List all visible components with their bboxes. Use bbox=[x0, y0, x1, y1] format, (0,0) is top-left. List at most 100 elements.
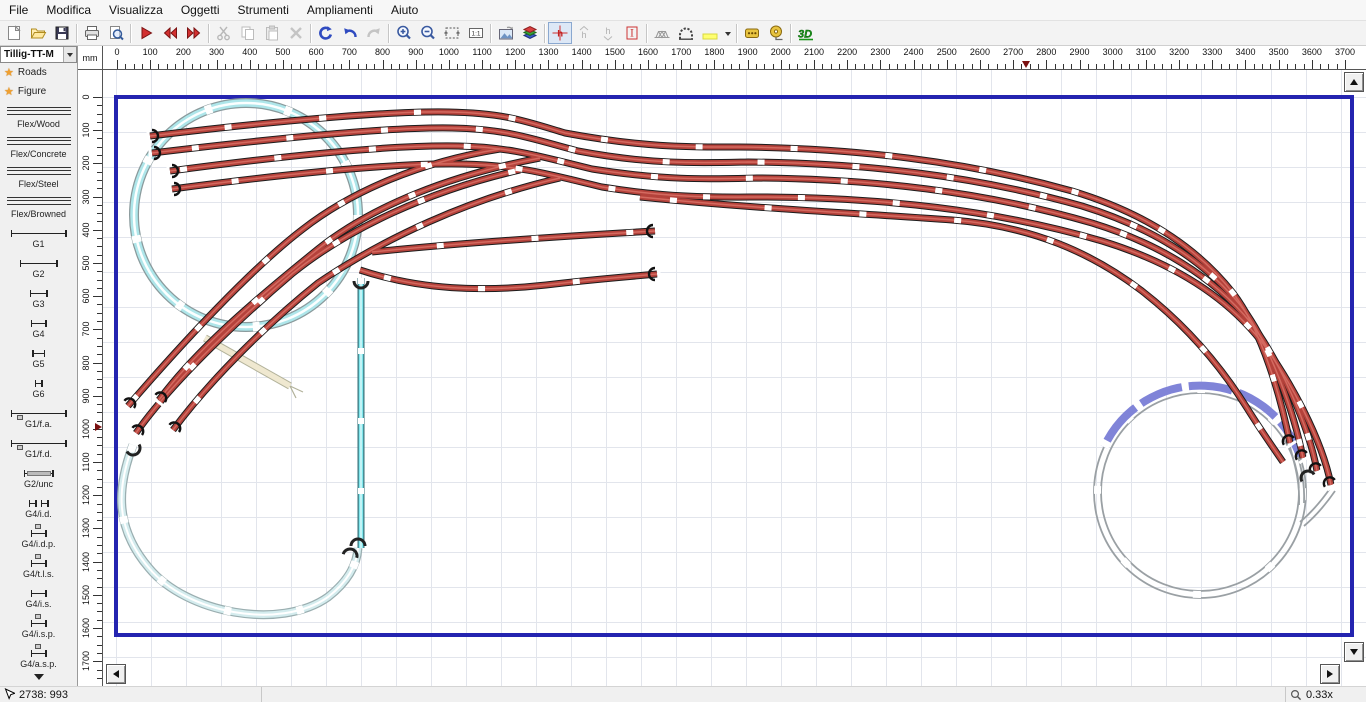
ruler-tick bbox=[374, 64, 375, 69]
ruler-tick bbox=[200, 64, 201, 69]
scroll-down-button[interactable] bbox=[1344, 642, 1364, 662]
delete-button[interactable] bbox=[284, 22, 308, 44]
ruler-tick bbox=[97, 611, 102, 612]
undo-button[interactable] bbox=[338, 22, 362, 44]
redo-button[interactable] bbox=[362, 22, 386, 44]
menu-oggetti[interactable]: Oggetti bbox=[172, 1, 229, 19]
background-image-button[interactable] bbox=[494, 22, 518, 44]
paste-clipboard-icon bbox=[263, 24, 281, 42]
new-siding-track[interactable] bbox=[205, 338, 303, 398]
highlight-dropdown[interactable] bbox=[722, 22, 734, 44]
zoom-window-button[interactable] bbox=[440, 22, 464, 44]
library-item-g2unc[interactable]: G2/unc bbox=[0, 461, 77, 491]
paste-button[interactable] bbox=[260, 22, 284, 44]
plan-canvas[interactable] bbox=[103, 70, 1366, 686]
library-item-g5[interactable]: G5 bbox=[0, 341, 77, 371]
mouse-pointer-icon bbox=[4, 688, 15, 701]
menu-aiuto[interactable]: Aiuto bbox=[382, 1, 427, 19]
layers-button[interactable] bbox=[518, 22, 542, 44]
library-item-g4asp[interactable]: G4/a.s.p. bbox=[0, 641, 77, 671]
run-button[interactable] bbox=[134, 22, 158, 44]
save-button[interactable] bbox=[50, 22, 74, 44]
straight-track-icon bbox=[31, 589, 47, 597]
ruler-tick bbox=[308, 64, 309, 69]
height-button[interactable]: h bbox=[548, 22, 572, 44]
ruler-horizontal[interactable]: 0100200300400500600700800900100011001200… bbox=[103, 46, 1366, 70]
library-item-g4is[interactable]: G4/i.s. bbox=[0, 581, 77, 611]
library-item-g3[interactable]: G3 bbox=[0, 281, 77, 311]
ruler-label: 3000 bbox=[1098, 47, 1128, 57]
ruler-tick bbox=[449, 60, 450, 69]
ruler-tick bbox=[1295, 64, 1296, 69]
library-scroll-down[interactable] bbox=[34, 674, 44, 685]
menu-file[interactable]: File bbox=[0, 1, 37, 19]
cursor-position-value: 2738: 993 bbox=[19, 689, 68, 701]
library-item-g4[interactable]: G4 bbox=[0, 311, 77, 341]
ruler-tick bbox=[756, 64, 757, 69]
tunnel-button[interactable] bbox=[674, 22, 698, 44]
new-button[interactable] bbox=[2, 22, 26, 44]
ruler-tick bbox=[407, 64, 408, 69]
raise-height-button[interactable]: h bbox=[572, 22, 596, 44]
track-system-selector[interactable]: Tillig-TT-M bbox=[0, 46, 77, 63]
library-item-g4idp[interactable]: G4/i.d.p. bbox=[0, 521, 77, 551]
library-item-g4tls[interactable]: G4/t.l.s. bbox=[0, 551, 77, 581]
library-item-g1fd[interactable]: G1/f.d. bbox=[0, 431, 77, 461]
library-item-g6[interactable]: G6 bbox=[0, 371, 77, 401]
ruler-tick bbox=[93, 197, 102, 198]
ruler-tick bbox=[192, 64, 193, 69]
cut-button[interactable] bbox=[212, 22, 236, 44]
library-item-g1fa[interactable]: G1/f.a. bbox=[0, 401, 77, 431]
bridge-button[interactable] bbox=[650, 22, 674, 44]
rotate-button[interactable] bbox=[314, 22, 338, 44]
menu-ampliamenti[interactable]: Ampliamenti bbox=[298, 1, 382, 19]
library-item-flex-concrete[interactable]: Flex/Concrete bbox=[0, 131, 77, 161]
ruler-tick bbox=[1171, 64, 1172, 69]
library-item-g2[interactable]: G2 bbox=[0, 251, 77, 281]
library-item-flex-browned[interactable]: Flex/Browned bbox=[0, 191, 77, 221]
lower-height-button[interactable]: h bbox=[596, 22, 620, 44]
print-button[interactable] bbox=[80, 22, 104, 44]
scroll-up-button[interactable] bbox=[1344, 72, 1364, 92]
library-item-roads[interactable]: ★ Roads bbox=[0, 63, 77, 82]
library-item-g4id[interactable]: G4/i.d. bbox=[0, 491, 77, 521]
print-preview-button[interactable] bbox=[104, 22, 128, 44]
feeder-track-icon bbox=[11, 439, 67, 447]
svg-text:I: I bbox=[630, 29, 634, 40]
hidden-loop-track[interactable] bbox=[122, 445, 358, 615]
selector-dropdown-button[interactable] bbox=[63, 47, 76, 62]
zoom-actual-button[interactable]: 1:1 bbox=[464, 22, 488, 44]
ruler-tick bbox=[97, 504, 102, 505]
text-button[interactable]: I bbox=[620, 22, 644, 44]
electric-box-button[interactable] bbox=[740, 22, 764, 44]
highlight-button[interactable] bbox=[698, 22, 722, 44]
tape-measure-button[interactable] bbox=[764, 22, 788, 44]
track-plan[interactable] bbox=[103, 70, 1366, 686]
library-item-flex-steel[interactable]: Flex/Steel bbox=[0, 161, 77, 191]
view-3d-button[interactable]: 3D bbox=[794, 22, 818, 44]
scroll-right-button[interactable] bbox=[1320, 664, 1340, 684]
ruler-tick bbox=[872, 64, 873, 69]
forward-button[interactable] bbox=[182, 22, 206, 44]
ruler-label: 2000 bbox=[766, 47, 796, 57]
menu-modifica[interactable]: Modifica bbox=[37, 1, 100, 19]
ruler-tick bbox=[93, 363, 102, 364]
ruler-label: 1000 bbox=[434, 47, 464, 57]
menu-visualizza[interactable]: Visualizza bbox=[100, 1, 172, 19]
library-item-g4isp[interactable]: G4/i.s.p. bbox=[0, 611, 77, 641]
library-item-flex-wood[interactable]: Flex/Wood bbox=[0, 101, 77, 131]
library-item-g1[interactable]: G1 bbox=[0, 221, 77, 251]
zoom-in-button[interactable] bbox=[392, 22, 416, 44]
library-item-figure[interactable]: ★ Figure bbox=[0, 82, 77, 101]
menu-strumenti[interactable]: Strumenti bbox=[229, 1, 298, 19]
copy-button[interactable] bbox=[236, 22, 260, 44]
ruler-tick bbox=[97, 180, 102, 181]
open-button[interactable] bbox=[26, 22, 50, 44]
ruler-label: 1000 bbox=[81, 414, 93, 444]
ruler-vertical[interactable]: 0100200300400500600700800900100011001200… bbox=[78, 70, 103, 686]
zoom-out-button[interactable] bbox=[416, 22, 440, 44]
menu-bar: File Modifica Visualizza Oggetti Strumen… bbox=[0, 0, 1366, 21]
rewind-button[interactable] bbox=[158, 22, 182, 44]
scroll-left-button[interactable] bbox=[106, 664, 126, 684]
electric-box-icon bbox=[743, 24, 761, 42]
